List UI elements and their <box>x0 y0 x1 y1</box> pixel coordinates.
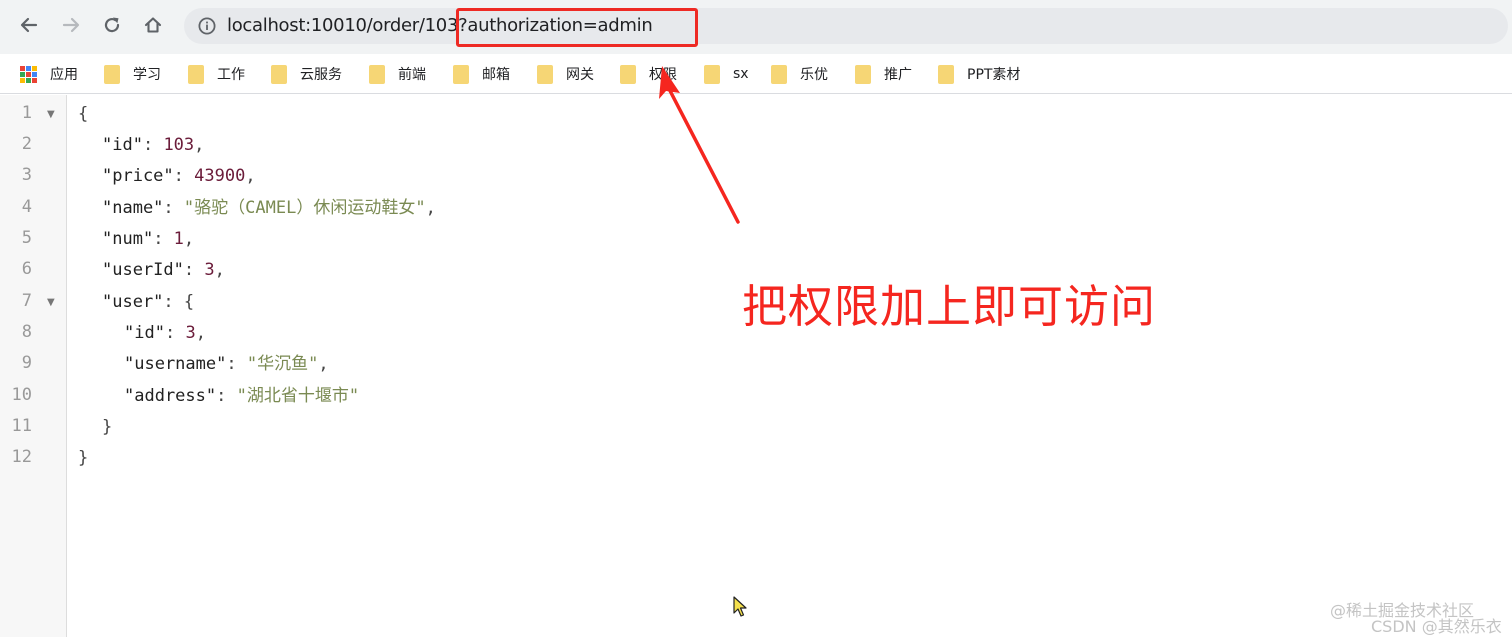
json-key: "price" <box>102 166 174 186</box>
forward-arrow-icon <box>62 17 80 33</box>
line-number: 11 <box>11 416 32 436</box>
bookmark-folder-mail[interactable]: 邮箱 <box>453 60 510 88</box>
fold-arrow-icon[interactable]: ▼ <box>47 297 55 308</box>
json-string: "湖北省十堰市" <box>236 386 360 406</box>
json-string: "骆驼（CAMEL）休闲运动鞋女" <box>183 198 426 218</box>
json-line: } <box>102 415 112 439</box>
url-base: localhost:10010/order/103 <box>227 15 459 36</box>
json-number: 1 <box>173 229 184 249</box>
folder-icon <box>369 64 385 84</box>
line-number: 8 <box>21 322 32 342</box>
annotation-arrow-icon <box>659 66 740 224</box>
json-number: 3 <box>185 323 196 343</box>
json-key: "address" <box>124 386 217 406</box>
bookmark-label: 邮箱 <box>482 67 510 83</box>
bookmark-label: 云服务 <box>300 67 342 83</box>
json-string: "华沉鱼" <box>246 354 319 374</box>
json-key: "num" <box>102 229 154 249</box>
back-button[interactable] <box>14 10 44 40</box>
json-line: { <box>78 102 88 126</box>
bookmark-label: 乐优 <box>800 67 828 83</box>
bookmark-folder-gateway[interactable]: 网关 <box>537 60 594 88</box>
watermark-csdn: CSDN @其然乐衣 <box>1371 617 1502 636</box>
bookmark-apps[interactable]: 应用 <box>20 60 78 88</box>
fold-arrow-icon[interactable]: ▼ <box>47 109 55 120</box>
forward-button[interactable] <box>56 10 86 40</box>
bookmark-folder-ppt[interactable]: PPT素材 <box>938 60 1020 88</box>
json-key: "id" <box>124 323 165 343</box>
reload-icon <box>104 17 120 33</box>
json-line: "user": { <box>102 292 195 312</box>
json-line: "userId": 3, <box>102 260 225 280</box>
bookmark-folder-promotion[interactable]: 推广 <box>855 60 912 88</box>
json-key: "userId" <box>102 260 184 280</box>
json-key: "name" <box>102 198 164 218</box>
json-line: "name": "骆驼（CAMEL）休闲运动鞋女", <box>102 198 436 218</box>
line-number: 10 <box>11 385 32 405</box>
json-brace: { <box>183 292 195 312</box>
folder-icon <box>620 64 636 84</box>
home-button[interactable] <box>138 10 168 40</box>
bookmark-folder-frontend[interactable]: 前端 <box>369 60 426 88</box>
bookmark-folder-leyou[interactable]: 乐优 <box>771 60 828 88</box>
json-key: "id" <box>102 135 143 155</box>
line-number: 4 <box>21 197 32 217</box>
info-icon[interactable] <box>197 16 217 36</box>
json-line: "username": "华沉鱼", <box>124 354 329 374</box>
json-number: 43900 <box>194 166 246 186</box>
bookmark-label: 工作 <box>217 67 245 83</box>
json-line: "id": 103, <box>102 135 205 155</box>
json-key: "username" <box>124 354 227 374</box>
json-number: 3 <box>204 260 215 280</box>
annotation-text: 把权限加上即可访问 <box>742 280 1157 333</box>
folder-icon <box>855 64 871 84</box>
json-brace: } <box>78 448 89 468</box>
bookmark-label: 网关 <box>566 67 594 83</box>
folder-icon <box>938 64 954 84</box>
bookmark-label: 学习 <box>133 67 161 83</box>
folder-icon <box>453 64 469 84</box>
line-number: 6 <box>21 259 32 279</box>
home-icon <box>144 17 162 33</box>
json-line: "id": 3, <box>124 323 206 343</box>
json-number: 103 <box>163 135 195 155</box>
line-number: 3 <box>21 165 32 185</box>
line-number: 5 <box>21 228 32 248</box>
address-bar[interactable]: localhost:10010/order/103?authorization=… <box>184 8 1508 44</box>
folder-icon <box>271 64 287 84</box>
line-number: 9 <box>21 353 32 373</box>
bookmark-label: PPT素材 <box>967 67 1021 83</box>
json-brace: } <box>102 417 113 437</box>
line-number: 1 <box>21 103 32 123</box>
line-number: 2 <box>21 134 32 154</box>
bookmark-folder-cloud[interactable]: 云服务 <box>271 60 342 88</box>
bookmark-label: 前端 <box>398 67 426 83</box>
back-arrow-icon <box>20 17 38 33</box>
bookmark-folder-work[interactable]: 工作 <box>188 60 245 88</box>
bookmark-label: 应用 <box>50 67 78 83</box>
json-line: "num": 1, <box>102 229 195 249</box>
json-key: "user" <box>102 292 164 312</box>
json-brace: { <box>78 104 89 124</box>
apps-grid-icon <box>20 65 37 83</box>
folder-icon <box>188 64 204 84</box>
json-line: "address": "湖北省十堰市" <box>124 386 360 406</box>
line-number-gutter: 1 ▼ 2 3 4 5 6 7 ▼ 8 9 10 11 12 <box>0 95 67 637</box>
line-number: 7 <box>21 291 32 311</box>
reload-button[interactable] <box>97 10 127 40</box>
folder-icon <box>104 64 120 84</box>
json-line: "price": 43900, <box>102 166 256 186</box>
line-number: 12 <box>11 447 32 467</box>
mouse-cursor-icon <box>733 596 747 617</box>
bookmark-folder-study[interactable]: 学习 <box>104 60 161 88</box>
folder-icon <box>537 64 553 84</box>
bookmark-label: 推广 <box>884 67 912 83</box>
folder-icon <box>771 64 787 84</box>
json-line: } <box>78 446 88 470</box>
